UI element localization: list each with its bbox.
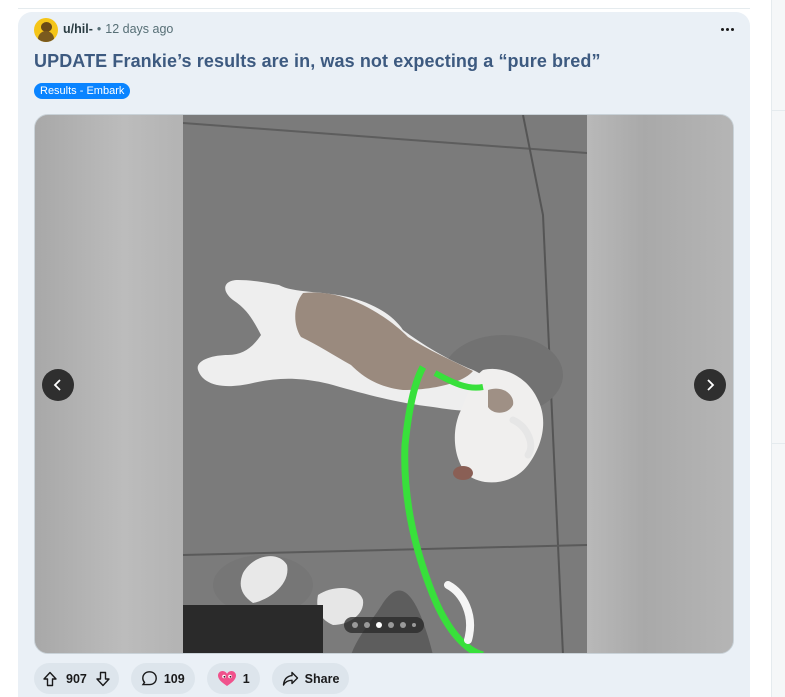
gallery-dot[interactable] [400,622,406,628]
post-flair[interactable]: Results - Embark [34,83,131,99]
more-options-icon[interactable] [715,18,739,40]
comment-bubble-icon [141,671,157,686]
post-author[interactable]: u/hil- [63,22,93,36]
gallery-dot[interactable] [388,622,394,628]
post-actions: 907 109 1 Share [34,663,350,694]
downvote-arrow-icon[interactable] [95,671,111,687]
chevron-left-icon[interactable] [42,369,74,401]
share-arrow-icon [282,671,298,686]
meta-separator: • [96,22,102,36]
vote-count: 907 [66,671,87,686]
upvote-arrow-icon[interactable] [42,671,58,687]
top-divider [18,8,750,9]
post-meta: u/hil- • 12 days ago [63,22,173,36]
image-gallery[interactable] [34,114,734,654]
post-time: 12 days ago [105,22,174,36]
share-label: Share [304,671,340,686]
post-card[interactable]: u/hil- • 12 days ago UPDATE Frankie’s re… [18,12,750,697]
award-button[interactable]: 1 [206,663,260,694]
gallery-pagination[interactable] [344,617,424,633]
gallery-dot[interactable] [352,622,358,628]
vote-bar: 907 [34,663,119,694]
comment-count: 109 [163,671,185,686]
award-heart-icon [217,670,236,686]
right-sidebar-edge [771,0,785,697]
chevron-right-icon[interactable] [694,369,726,401]
gallery-dot-active[interactable] [376,622,382,628]
snoo-avatar-icon[interactable] [34,18,58,42]
dog-photo [182,115,588,653]
gallery-dot[interactable] [412,623,416,627]
comments-button[interactable]: 109 [130,663,195,694]
award-count: 1 [242,671,250,686]
post-title[interactable]: UPDATE Frankie’s results are in, was not… [34,51,601,72]
share-button[interactable]: Share [271,663,350,694]
gallery-dot[interactable] [364,622,370,628]
gallery-image[interactable] [182,115,588,653]
